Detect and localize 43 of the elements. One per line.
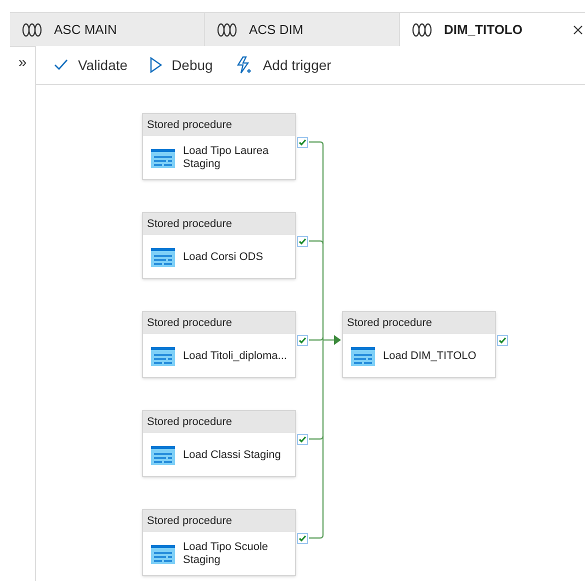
- play-icon: [150, 57, 162, 73]
- activity-type: Stored procedure: [143, 411, 295, 433]
- close-icon[interactable]: [573, 24, 583, 34]
- activity-name: Load Classi Staging: [183, 448, 281, 462]
- cylinders-icon: [22, 22, 42, 36]
- stored-procedure-icon: [151, 346, 175, 366]
- trigger-button[interactable]: Add trigger: [234, 54, 332, 76]
- tab[interactable]: ASC MAIN: [10, 13, 205, 46]
- lightning-plus-icon: [234, 56, 253, 74]
- checkmark-icon: [54, 59, 68, 71]
- activity-name: Load DIM_TITOLO: [383, 350, 476, 362]
- activity-node[interactable]: Stored procedure Load Corsi ODS: [142, 212, 296, 279]
- activity-node[interactable]: Stored procedure Load Tipo Laurea Staging: [142, 113, 296, 180]
- activity-type: Stored procedure: [143, 510, 295, 532]
- activity-node[interactable]: Stored procedure Load Titoli_diploma...: [142, 311, 296, 378]
- success-check-icon: [297, 434, 308, 445]
- stored-procedure-icon: [151, 544, 175, 564]
- tab[interactable]: ACS DIM: [205, 13, 400, 46]
- expand-sidebar-button[interactable]: »: [18, 53, 27, 73]
- stored-procedure-icon: [151, 248, 175, 266]
- activity-name: Load Tipo Laurea Staging: [183, 145, 270, 171]
- activity-name: Load Tipo Scuole Staging: [183, 541, 270, 567]
- activity-type: Stored procedure: [143, 312, 295, 334]
- success-check-icon: [297, 335, 308, 346]
- activity-node[interactable]: Stored procedure Load Tipo Scuole Staging: [142, 509, 296, 576]
- stored-procedure-icon: [151, 446, 175, 464]
- cylinders-icon: [217, 22, 237, 36]
- debug-button[interactable]: Debug: [150, 54, 213, 76]
- success-check-icon: [297, 137, 308, 148]
- validate-button[interactable]: Validate: [54, 54, 128, 76]
- stored-procedure-icon: [351, 346, 375, 366]
- activity-type: Stored procedure: [343, 312, 495, 334]
- activity-name: Load Corsi ODS: [183, 250, 264, 264]
- activity-node[interactable]: Stored procedure Load Classi Staging: [142, 410, 296, 477]
- stored-procedure-icon: [151, 148, 175, 168]
- activity-name: Load Titoli_diploma...: [183, 350, 287, 362]
- activity-type: Stored procedure: [143, 114, 295, 136]
- activity-node[interactable]: Stored procedure Load DIM_TITOLO: [342, 311, 496, 378]
- cylinders-icon: [412, 22, 432, 36]
- success-check-icon: [297, 533, 308, 544]
- activity-type: Stored procedure: [143, 213, 295, 235]
- success-check-icon: [497, 335, 508, 346]
- success-check-icon: [297, 236, 308, 247]
